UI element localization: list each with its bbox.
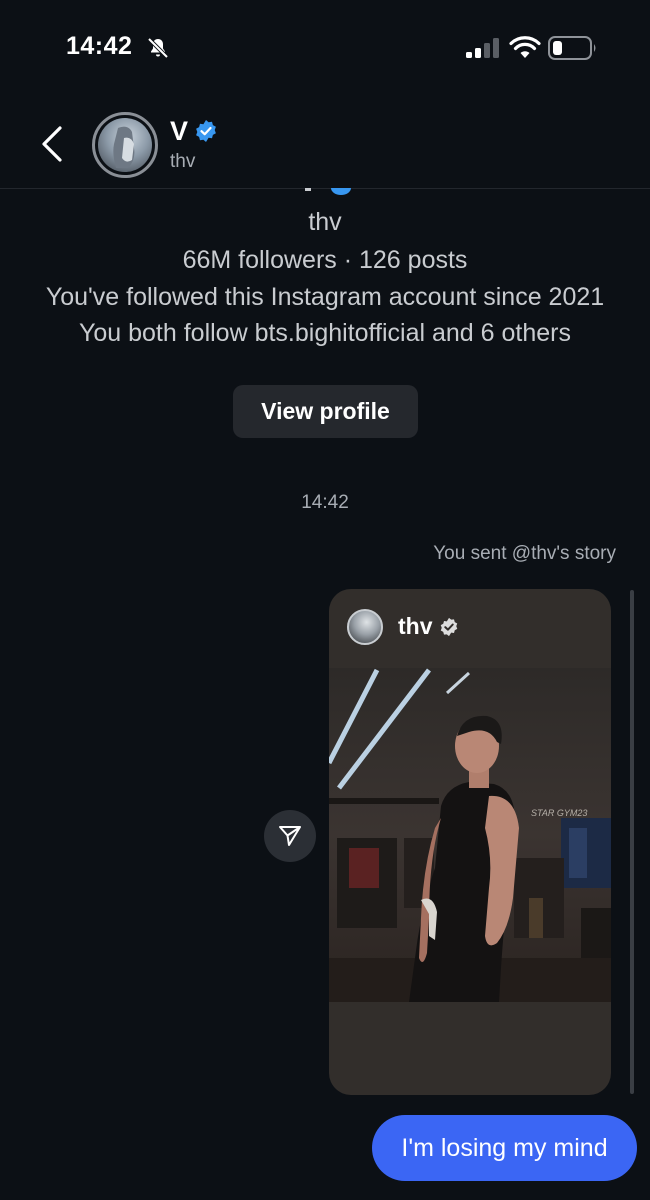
verified-badge-icon bbox=[305, 188, 351, 195]
verified-badge-icon bbox=[196, 120, 216, 142]
message-timestamp: 14:42 bbox=[301, 492, 349, 513]
sent-message-bubble[interactable]: I'm losing my mind bbox=[372, 1115, 637, 1181]
header-display-name: V bbox=[170, 116, 189, 146]
battery-icon bbox=[548, 36, 596, 60]
back-chevron-icon[interactable] bbox=[38, 124, 68, 164]
send-icon bbox=[279, 826, 301, 846]
avatar[interactable] bbox=[92, 112, 158, 178]
scrollbar[interactable] bbox=[630, 590, 634, 1094]
story-username: thv bbox=[398, 613, 433, 639]
mutual-follows-text: You both follow bts.bighitofficial and 6… bbox=[78, 319, 571, 347]
verified-badge-icon bbox=[440, 617, 458, 637]
header-username: thv bbox=[170, 151, 196, 172]
view-profile-button[interactable]: View profile bbox=[233, 385, 418, 438]
follow-since-text: You've followed this Instagram account s… bbox=[45, 283, 605, 311]
profile-stats: 66M followers · 126 posts bbox=[182, 246, 468, 274]
profile-username: thv bbox=[308, 208, 342, 236]
svg-text:STAR GYM23: STAR GYM23 bbox=[531, 808, 587, 818]
bell-off-icon bbox=[147, 37, 169, 59]
story-avatar bbox=[347, 609, 383, 645]
story-photo: STAR GYM23 bbox=[329, 668, 611, 1002]
status-time: 14:42 bbox=[66, 32, 133, 60]
wifi-icon bbox=[509, 36, 541, 58]
signal-icon bbox=[466, 38, 499, 58]
shared-story-label: You sent @thv's story bbox=[433, 543, 616, 564]
shared-story-card[interactable]: thv STAR GYM23 bbox=[329, 589, 611, 1095]
share-button[interactable] bbox=[264, 810, 316, 862]
